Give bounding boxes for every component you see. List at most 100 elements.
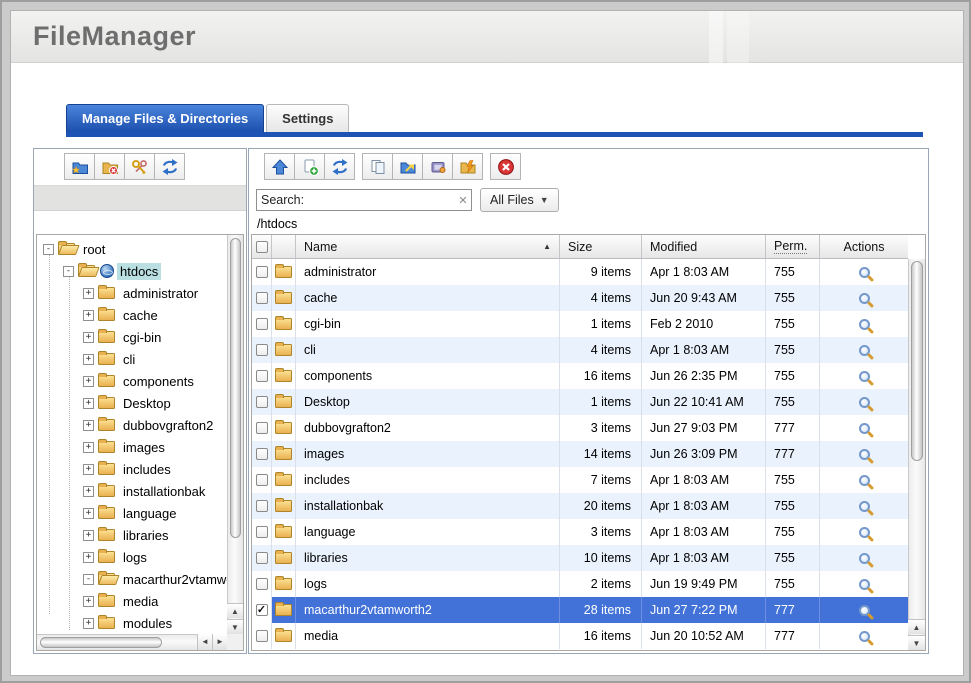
- row-checkbox[interactable]: [256, 474, 268, 486]
- table-row[interactable]: images14 itemsJun 26 3:09 PM777: [252, 441, 908, 467]
- collapse-icon[interactable]: -: [83, 574, 94, 585]
- table-row[interactable]: components16 itemsJun 26 2:35 PM755: [252, 363, 908, 389]
- table-scroll-up-button[interactable]: ▲: [908, 619, 925, 634]
- preview-magnifier-icon[interactable]: [859, 319, 870, 330]
- table-row[interactable]: media16 itemsJun 20 10:52 AM777: [252, 623, 908, 649]
- tree-item-modules[interactable]: +modules: [37, 612, 227, 634]
- table-row[interactable]: dubbovgrafton23 itemsJun 27 9:03 PM777: [252, 415, 908, 441]
- table-row[interactable]: cli4 itemsApr 1 8:03 AM755: [252, 337, 908, 363]
- file-filter-dropdown[interactable]: All Files ▼: [480, 188, 559, 212]
- row-checkbox[interactable]: [256, 526, 268, 538]
- tree-item-installationbak[interactable]: +installationbak: [37, 480, 227, 502]
- delete-folder-button[interactable]: [94, 153, 125, 180]
- collapse-icon[interactable]: -: [63, 266, 74, 277]
- tree-vscroll-thumb[interactable]: [230, 238, 241, 538]
- row-checkbox[interactable]: [256, 318, 268, 330]
- table-row[interactable]: includes7 itemsApr 1 8:03 AM755: [252, 467, 908, 493]
- preview-magnifier-icon[interactable]: [859, 501, 870, 512]
- list-refresh-button[interactable]: [324, 153, 355, 180]
- row-checkbox[interactable]: [256, 552, 268, 564]
- preview-magnifier-icon[interactable]: [859, 579, 870, 590]
- expand-icon[interactable]: +: [83, 530, 94, 541]
- row-checkbox[interactable]: [256, 266, 268, 278]
- table-vertical-scrollbar[interactable]: ▲ ▼: [908, 259, 925, 650]
- tree-item-media[interactable]: +media: [37, 590, 227, 612]
- tab-manage-files[interactable]: Manage Files & Directories: [66, 104, 264, 132]
- expand-icon[interactable]: +: [83, 552, 94, 563]
- row-checkbox[interactable]: [256, 396, 268, 408]
- expand-icon[interactable]: +: [83, 596, 94, 607]
- tree-scroll-down-button[interactable]: ▼: [227, 619, 243, 634]
- expand-icon[interactable]: +: [83, 398, 94, 409]
- tree-item-administrator[interactable]: +administrator: [37, 282, 227, 304]
- preview-magnifier-icon[interactable]: [859, 553, 870, 564]
- expand-icon[interactable]: +: [83, 354, 94, 365]
- preview-magnifier-icon[interactable]: [859, 397, 870, 408]
- table-vscroll-thumb[interactable]: [911, 261, 923, 461]
- row-checkbox[interactable]: [256, 422, 268, 434]
- table-row[interactable]: language3 itemsApr 1 8:03 AM755: [252, 519, 908, 545]
- table-row[interactable]: ✓macarthur2vtamworth228 itemsJun 27 7:22…: [252, 597, 908, 623]
- expand-icon[interactable]: +: [83, 618, 94, 629]
- tree-scroll-left-button[interactable]: ◄: [197, 634, 212, 650]
- tree-horizontal-scrollbar[interactable]: ◄ ►: [37, 634, 227, 650]
- row-checkbox[interactable]: [256, 500, 268, 512]
- tree-scroll-up-button[interactable]: ▲: [227, 603, 243, 618]
- table-row[interactable]: cache4 itemsJun 20 9:43 AM755: [252, 285, 908, 311]
- tree-scroll-right-button[interactable]: ►: [212, 634, 227, 650]
- table-row[interactable]: administrator9 itemsApr 1 8:03 AM755: [252, 259, 908, 285]
- expand-icon[interactable]: +: [83, 486, 94, 497]
- delete-button[interactable]: [490, 153, 521, 180]
- expand-icon[interactable]: +: [83, 288, 94, 299]
- expand-icon[interactable]: +: [83, 332, 94, 343]
- tree-item-libraries[interactable]: +libraries: [37, 524, 227, 546]
- search-clear-icon[interactable]: ✕: [455, 194, 471, 207]
- copy-button[interactable]: [362, 153, 393, 180]
- select-all-checkbox[interactable]: [256, 241, 268, 253]
- preview-magnifier-icon[interactable]: [859, 631, 870, 642]
- tree-item-components[interactable]: +components: [37, 370, 227, 392]
- tree-item-images[interactable]: +images: [37, 436, 227, 458]
- expand-icon[interactable]: +: [83, 376, 94, 387]
- preview-magnifier-icon[interactable]: [859, 449, 870, 460]
- tree-hscroll-thumb[interactable]: [40, 637, 162, 648]
- tree-vertical-scrollbar[interactable]: ▲ ▼: [227, 235, 243, 634]
- tree-item-macarthur2vtamworth2[interactable]: -macarthur2vtamworth2: [37, 568, 227, 590]
- preview-magnifier-icon[interactable]: [859, 371, 870, 382]
- preview-magnifier-icon[interactable]: [859, 267, 870, 278]
- tab-settings[interactable]: Settings: [266, 104, 349, 132]
- tree-item-htdocs[interactable]: -htdocs: [37, 260, 227, 282]
- table-row[interactable]: cgi-bin1 itemsFeb 2 2010755: [252, 311, 908, 337]
- row-checkbox[interactable]: [256, 578, 268, 590]
- search-input[interactable]: [257, 193, 455, 207]
- column-header-size[interactable]: Size: [560, 235, 642, 258]
- expand-icon[interactable]: +: [83, 464, 94, 475]
- tree-item-root[interactable]: -root: [37, 238, 227, 260]
- row-checkbox[interactable]: [256, 344, 268, 356]
- column-header-perm[interactable]: Perm.: [766, 235, 820, 258]
- expand-icon[interactable]: +: [83, 508, 94, 519]
- preview-magnifier-icon[interactable]: [859, 345, 870, 356]
- row-checkbox[interactable]: [256, 292, 268, 304]
- tree-item-logs[interactable]: +logs: [37, 546, 227, 568]
- expand-icon[interactable]: +: [83, 420, 94, 431]
- row-checkbox[interactable]: [256, 370, 268, 382]
- column-header-modified[interactable]: Modified: [642, 235, 766, 258]
- preview-magnifier-icon[interactable]: [859, 293, 870, 304]
- permissions-button[interactable]: [124, 153, 155, 180]
- row-checkbox[interactable]: [256, 630, 268, 642]
- row-checkbox[interactable]: ✓: [256, 604, 268, 616]
- table-row[interactable]: libraries10 itemsApr 1 8:03 AM755: [252, 545, 908, 571]
- new-file-button[interactable]: [294, 153, 325, 180]
- preview-magnifier-icon[interactable]: [859, 475, 870, 486]
- tree-item-cache[interactable]: +cache: [37, 304, 227, 326]
- table-row[interactable]: installationbak20 itemsApr 1 8:03 AM755: [252, 493, 908, 519]
- preview-magnifier-icon[interactable]: [859, 527, 870, 538]
- tree-item-includes[interactable]: +includes: [37, 458, 227, 480]
- table-row[interactable]: Desktop1 itemsJun 22 10:41 AM755: [252, 389, 908, 415]
- extract-button[interactable]: [452, 153, 483, 180]
- table-scroll-down-button[interactable]: ▼: [908, 635, 925, 650]
- collapse-icon[interactable]: -: [43, 244, 54, 255]
- tree-item-dubbovgrafton2[interactable]: +dubbovgrafton2: [37, 414, 227, 436]
- tree-item-language[interactable]: +language: [37, 502, 227, 524]
